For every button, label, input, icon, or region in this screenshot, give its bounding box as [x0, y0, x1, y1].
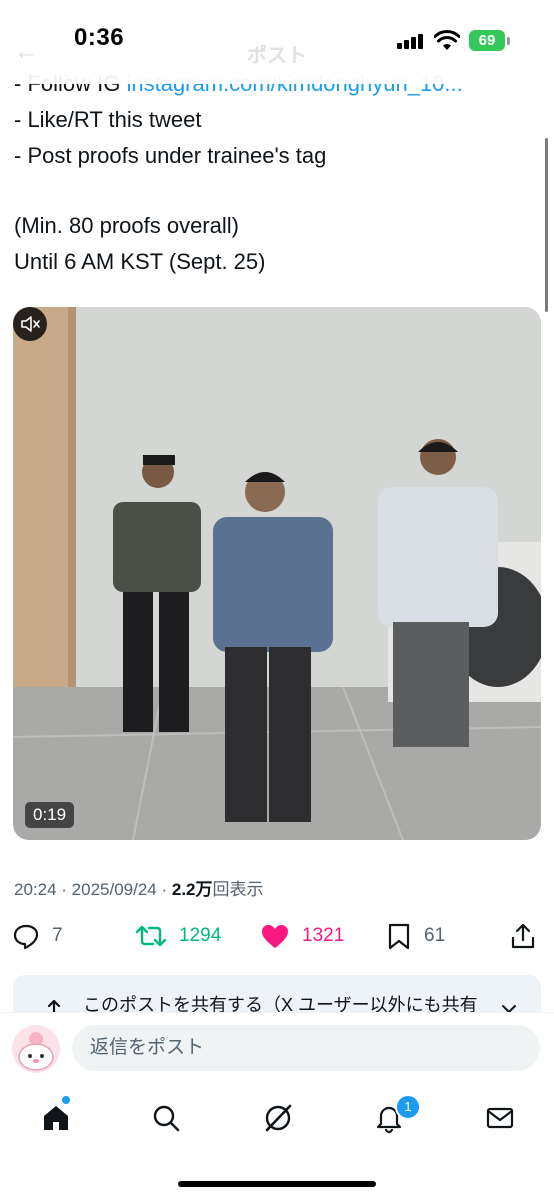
home-indicator[interactable] — [178, 1181, 376, 1187]
tweet-gap — [14, 174, 534, 208]
view-count: 2.2万 — [171, 880, 213, 899]
video-player[interactable]: 0:19 — [13, 307, 541, 840]
bookmark-icon — [388, 923, 410, 950]
home-unread-dot — [62, 1096, 70, 1104]
tweet-line: - Post proofs under trainee's tag — [14, 143, 327, 168]
reply-bar: 返信をポスト — [0, 1012, 554, 1087]
status-bar: ← ポスト 0:36 69 — [0, 0, 554, 84]
mail-icon[interactable] — [484, 1102, 516, 1134]
video-duration: 0:19 — [25, 802, 75, 828]
reply-button[interactable]: 7 — [12, 916, 63, 956]
action-bar: 7 1294 1321 61 — [0, 916, 554, 956]
tweet-line: (Min. 80 proofs overall) — [14, 213, 239, 238]
bookmark-count: 61 — [424, 925, 446, 946]
repost-button[interactable]: 1294 — [135, 916, 221, 956]
like-count: 1321 — [302, 925, 345, 946]
search-icon[interactable] — [150, 1102, 182, 1134]
meta-separator: · — [156, 880, 172, 899]
status-time: 0:36 — [74, 24, 125, 51]
tweet-text: - Follow IG instagram.com/kimdonghyun_10… — [14, 66, 534, 280]
heart-icon — [262, 925, 288, 948]
like-button[interactable]: 1321 — [260, 916, 344, 956]
notifications-badge: 1 — [395, 1094, 421, 1120]
post-date: 2025/09/24 — [71, 880, 157, 899]
tweet-line: - Like/RT this tweet — [14, 107, 202, 132]
post-meta: 20:24 · 2025/09/24 · 2.2万回表示 — [14, 875, 264, 900]
cellular-signal-icon — [397, 33, 425, 49]
grok-icon[interactable] — [262, 1102, 294, 1134]
reply-input[interactable]: 返信をポスト — [72, 1025, 540, 1071]
reply-icon — [13, 924, 39, 950]
repost-icon — [135, 925, 167, 947]
mute-icon[interactable] — [13, 307, 47, 341]
repost-count: 1294 — [179, 925, 222, 946]
avatar[interactable] — [12, 1025, 60, 1073]
views-label: 回表示 — [212, 880, 264, 899]
tweet-line: Until 6 AM KST (Sept. 25) — [14, 249, 266, 274]
avatar-illustration — [12, 1025, 60, 1073]
bookmark-button[interactable]: 61 — [386, 916, 445, 956]
reply-count: 7 — [52, 925, 63, 946]
scrollbar[interactable] — [545, 138, 548, 312]
video-frame-illustration — [13, 307, 541, 840]
home-icon[interactable] — [40, 1102, 72, 1134]
meta-separator: · — [56, 880, 72, 899]
wifi-icon — [434, 30, 460, 50]
post-time: 20:24 — [14, 880, 57, 899]
battery-indicator: 69 — [469, 30, 505, 51]
share-icon — [511, 923, 535, 949]
share-button[interactable] — [509, 916, 549, 956]
battery-cap — [507, 37, 510, 45]
